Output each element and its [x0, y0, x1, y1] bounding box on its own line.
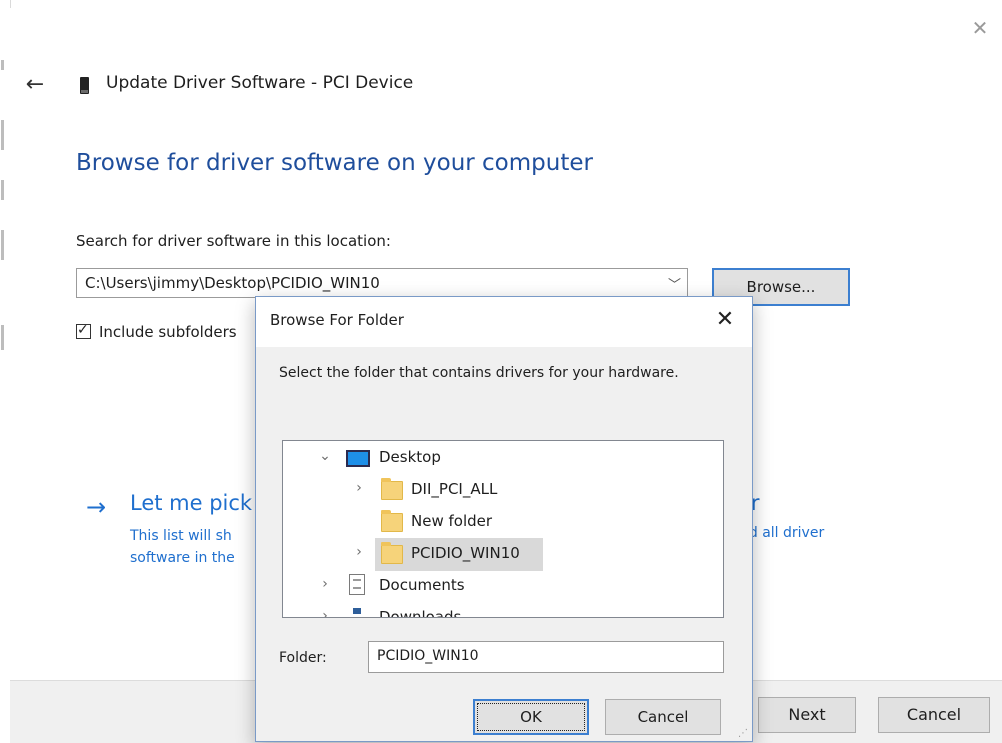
browse-for-folder-dialog: Browse For Folder ✕ Select the folder th…	[255, 296, 753, 742]
tree-item-label: Desktop	[379, 448, 441, 466]
page-heading: Browse for driver software on your compu…	[76, 150, 593, 176]
folder-input[interactable]	[377, 648, 707, 664]
device-icon	[80, 77, 89, 94]
documents-icon	[349, 574, 365, 595]
driver-path-value: C:\Users\jimmy\Desktop\PCIDIO_WIN10	[85, 274, 380, 292]
dialog-cancel-button[interactable]: Cancel	[605, 699, 721, 735]
folder-icon	[381, 542, 403, 564]
cancel-button[interactable]: Cancel	[878, 697, 990, 733]
tree-item-label: Documents	[379, 576, 465, 594]
window-title: Update Driver Software - PCI Device	[106, 73, 414, 93]
tree-scrollbar[interactable]: ︿ ﹀	[723, 442, 724, 618]
resize-grip-icon[interactable]: ⋰	[738, 728, 748, 739]
scroll-up-icon[interactable]: ︿	[723, 444, 724, 464]
tree-item-label: DII_PCI_ALL	[411, 480, 498, 498]
ok-button[interactable]: OK	[473, 699, 589, 735]
dialog-title: Browse For Folder	[270, 311, 404, 329]
arrow-right-icon[interactable]: →	[86, 493, 106, 521]
include-subfolders-label: Include subfolders	[99, 323, 237, 341]
tree-item-new-folder[interactable]: New folder	[283, 506, 703, 538]
chevron-right-icon[interactable]: ›	[351, 544, 367, 560]
tree-item-label: PCIDIO_WIN10	[411, 544, 520, 562]
downloads-icon	[353, 608, 361, 614]
chevron-right-icon[interactable]: ›	[351, 480, 367, 496]
chevron-down-icon[interactable]: ⌄	[317, 448, 333, 464]
dialog-close-icon[interactable]: ✕	[712, 307, 738, 333]
folder-tree[interactable]: ⌄ Desktop › DII_PCI_ALL New folder › PCI…	[282, 440, 724, 618]
include-subfolders-checkbox[interactable]	[76, 322, 91, 339]
focus-rectangle	[477, 703, 585, 731]
tree-item-documents[interactable]: › Documents	[283, 570, 703, 602]
tree-item-pcidio-win10[interactable]: › PCIDIO_WIN10	[283, 538, 703, 570]
tree-item-desktop[interactable]: ⌄ Desktop	[283, 442, 703, 474]
desktop-icon	[346, 450, 370, 467]
search-location-label: Search for driver software in this locat…	[76, 232, 391, 250]
back-arrow-icon[interactable]: ←	[22, 72, 48, 98]
dialog-instructions: Select the folder that contains drivers …	[279, 365, 679, 381]
close-icon[interactable]: ✕	[968, 16, 992, 40]
tree-item-downloads[interactable]: › Downloads	[283, 602, 703, 618]
folder-field[interactable]	[368, 641, 724, 673]
scroll-down-icon[interactable]: ﹀	[723, 594, 724, 614]
pick-from-list-link[interactable]: Let me pick	[130, 491, 252, 515]
folder-field-label: Folder:	[279, 650, 327, 666]
folder-icon	[381, 478, 403, 500]
chevron-down-icon[interactable]: ﹀	[668, 274, 681, 293]
chevron-right-icon[interactable]: ›	[317, 576, 333, 592]
next-button[interactable]: Next	[758, 697, 856, 733]
tree-item-dii-pci-all[interactable]: › DII_PCI_ALL	[283, 474, 703, 506]
tree-item-label: New folder	[411, 512, 493, 530]
driver-path-combobox[interactable]: C:\Users\jimmy\Desktop\PCIDIO_WIN10 ﹀	[76, 268, 688, 298]
folder-icon	[381, 510, 403, 532]
tree-item-label: Downloads	[379, 608, 462, 618]
chevron-right-icon[interactable]: ›	[317, 608, 333, 617]
